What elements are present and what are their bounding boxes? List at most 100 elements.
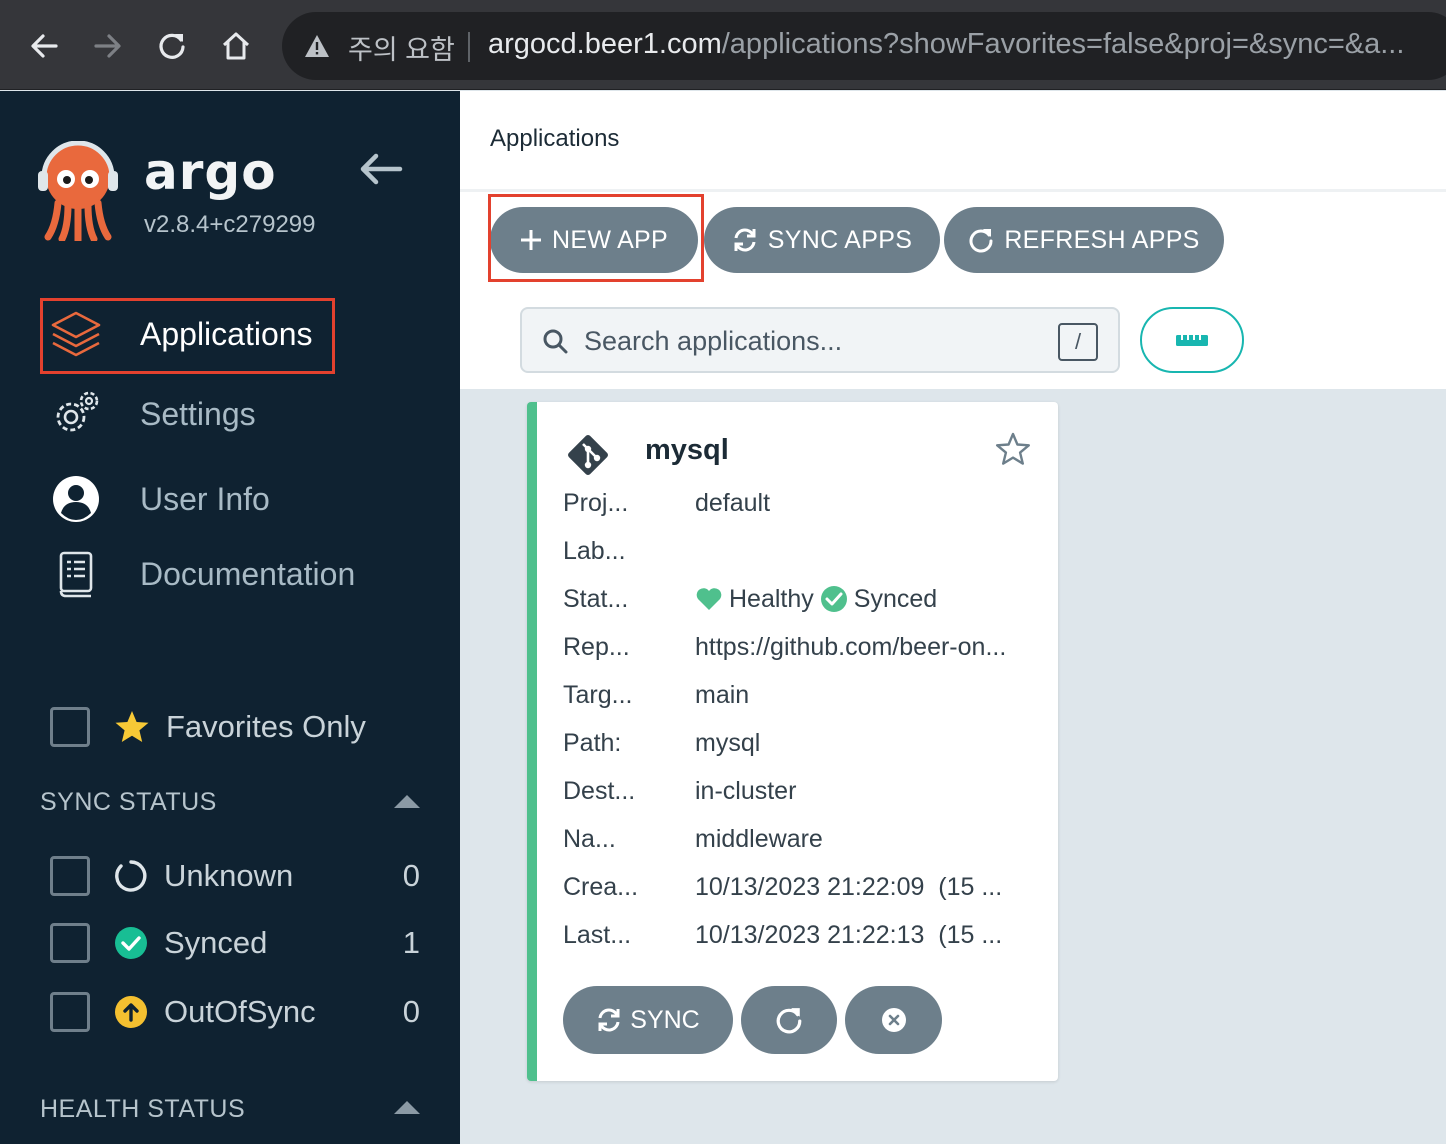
field-key: Last... [563, 920, 632, 949]
caret-up-icon[interactable] [394, 1101, 420, 1114]
sync-icon [598, 1008, 620, 1032]
home-icon[interactable] [212, 22, 260, 70]
field-value: 10/13/2023 21:22:09 (15 ... [695, 872, 1003, 901]
filter-checkbox[interactable] [50, 992, 90, 1032]
search-icon [543, 329, 568, 354]
search-input[interactable] [584, 323, 1044, 359]
status-values: Healthy Synced [695, 585, 937, 614]
sidebar-item-documentation[interactable]: Documentation [40, 536, 355, 612]
forward-arrow-icon[interactable] [84, 22, 132, 70]
field-value: middleware [695, 824, 823, 853]
field-key: Crea... [563, 872, 639, 901]
favorites-only-filter[interactable]: Favorites Only [50, 707, 366, 747]
git-icon [563, 430, 613, 485]
field-created-at: Crea... 10/13/2023 21:22:09 (15 ... [563, 867, 1002, 907]
sync-icon [734, 228, 756, 252]
field-value: 10/13/2023 21:22:13 (15 ... [695, 920, 1003, 949]
book-icon [40, 550, 112, 598]
gears-icon [40, 389, 112, 439]
page-title: Applications [490, 125, 620, 152]
caret-up-icon[interactable] [394, 795, 420, 808]
filter-out-of-sync[interactable]: OutOfSync 0 [50, 987, 420, 1037]
filter-count: 0 [402, 858, 420, 893]
app-card[interactable]: mysql Proj... default Lab... Stat... Heal… [527, 402, 1058, 1081]
back-arrow-icon[interactable] [20, 22, 68, 70]
field-last-sync: Last... 10/13/2023 21:22:13 (15 ... [563, 915, 1002, 955]
logo-text: argo [144, 143, 277, 201]
refresh-apps-button[interactable]: REFRESH APPS [944, 207, 1224, 273]
filter-checkbox[interactable] [50, 856, 90, 896]
filter-label: Synced [164, 925, 268, 960]
field-key: Dest... [563, 776, 636, 805]
health-status-title: HEALTH STATUS [40, 1095, 246, 1123]
ruler-icon [1176, 335, 1208, 346]
filter-unknown[interactable]: Unknown 0 [50, 851, 420, 901]
reload-icon[interactable] [148, 22, 196, 70]
sync-status-title: SYNC STATUS [40, 788, 217, 816]
favorites-checkbox[interactable] [50, 707, 90, 747]
sidebar: argo v2.8.4+c279299 Applications Setting… [0, 91, 460, 1144]
sync-status: Synced [853, 584, 938, 613]
refresh-icon [969, 229, 993, 253]
button-label: SYNC [630, 1005, 700, 1034]
field-path: Path: mysql [563, 723, 760, 763]
collapse-sidebar-arrow-icon[interactable] [358, 151, 404, 192]
favorites-label: Favorites Only [166, 709, 366, 744]
field-labels: Lab... [563, 531, 695, 571]
sync-apps-button[interactable]: SYNC APPS [704, 207, 940, 273]
field-namespace: Na... middleware [563, 819, 823, 859]
refresh-button[interactable] [741, 986, 837, 1054]
filter-label: OutOfSync [164, 994, 316, 1029]
version-label: v2.8.4+c279299 [144, 211, 316, 238]
security-warning-text[interactable]: 주의 요함 [348, 28, 455, 67]
divider [460, 189, 1446, 192]
field-target-revision: Targ... main [563, 675, 749, 715]
filter-checkbox[interactable] [50, 923, 90, 963]
field-value: default [695, 488, 771, 517]
url-text[interactable]: argocd.beer1.com/applications?showFavori… [488, 28, 1404, 61]
field-key: Lab... [563, 536, 626, 565]
field-project: Proj... default [563, 483, 770, 523]
check-circle-icon [114, 926, 148, 960]
field-key: Proj... [563, 488, 629, 517]
health-status: Healthy [729, 584, 814, 613]
view-mode-toggle[interactable] [1140, 307, 1244, 373]
sidebar-item-label: Documentation [140, 555, 356, 592]
field-key: Stat... [563, 584, 629, 613]
address-divider [468, 32, 470, 62]
new-app-highlight-box [488, 194, 704, 282]
arrow-up-circle-icon [114, 995, 148, 1029]
field-key: Path: [563, 728, 622, 757]
heart-icon [696, 588, 722, 610]
filter-label: Unknown [164, 858, 294, 893]
favorite-star-icon[interactable] [995, 432, 1031, 471]
sidebar-item-label: Settings [140, 395, 256, 432]
button-label: REFRESH APPS [1004, 225, 1200, 254]
field-value[interactable]: https://github.com/beer-on... [695, 633, 1006, 662]
field-key: Na... [563, 824, 616, 853]
warning-icon[interactable] [304, 34, 330, 58]
field-value: mysql [695, 728, 761, 757]
check-circle-icon [820, 586, 847, 612]
toolbar-panel: Applications NEW APP SYNC APPS REFRESH A… [460, 91, 1446, 389]
address-bar[interactable]: 주의 요함 argocd.beer1.com/applications?show… [282, 12, 1446, 80]
app-name[interactable]: mysql [645, 434, 729, 467]
user-circle-icon [40, 475, 112, 523]
sidebar-item-settings[interactable]: Settings [40, 376, 256, 452]
url-host: argocd.beer1.com [488, 28, 722, 60]
filter-count: 0 [402, 994, 420, 1029]
search-box[interactable]: / [520, 307, 1120, 373]
field-key: Targ... [563, 680, 633, 709]
sidebar-item-user-info[interactable]: User Info [40, 461, 270, 537]
field-destination: Dest... in-cluster [563, 771, 796, 811]
button-label: SYNC APPS [767, 225, 913, 254]
circle-notch-icon [114, 859, 148, 893]
filter-synced[interactable]: Synced 1 [50, 918, 420, 968]
argo-octopus-logo-icon [36, 140, 120, 246]
browser-toolbar: 주의 요함 argocd.beer1.com/applications?show… [0, 0, 1446, 90]
sidebar-item-label: User Info [140, 480, 270, 517]
delete-button[interactable] [845, 986, 942, 1054]
url-path: /applications?showFavorites=false&proj=&… [721, 28, 1405, 60]
sync-button[interactable]: SYNC [563, 986, 733, 1054]
refresh-icon [776, 1008, 802, 1034]
